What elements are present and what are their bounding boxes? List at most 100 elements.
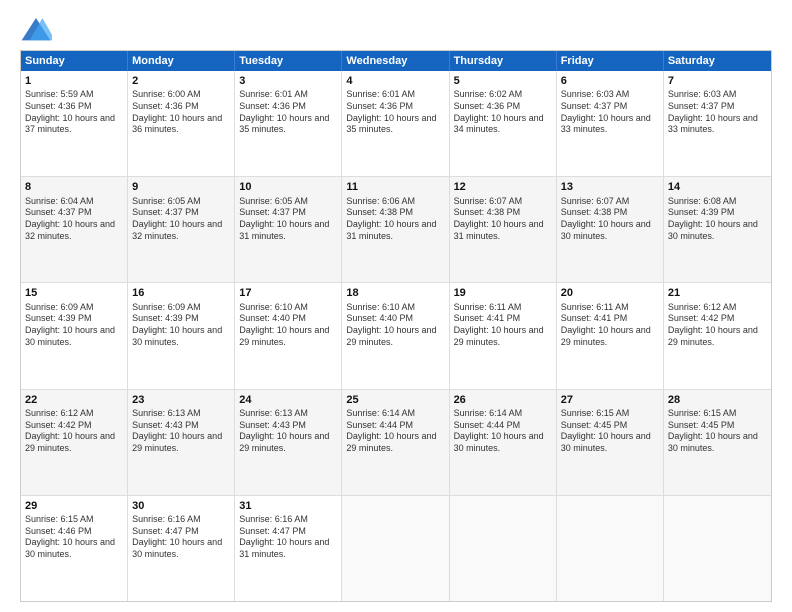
day-info: Sunset: 4:37 PM (668, 101, 767, 113)
day-30: 30Sunrise: 6:16 AMSunset: 4:47 PMDayligh… (128, 496, 235, 601)
day-number: 22 (25, 393, 123, 407)
day-info: Daylight: 10 hours and 29 minutes. (239, 431, 337, 454)
day-info: Daylight: 10 hours and 30 minutes. (25, 537, 123, 560)
day-13: 13Sunrise: 6:07 AMSunset: 4:38 PMDayligh… (557, 177, 664, 282)
day-info: Daylight: 10 hours and 34 minutes. (454, 113, 552, 136)
day-27: 27Sunrise: 6:15 AMSunset: 4:45 PMDayligh… (557, 390, 664, 495)
day-info: Daylight: 10 hours and 30 minutes. (25, 325, 123, 348)
logo-icon (20, 16, 52, 44)
day-info: Sunset: 4:38 PM (454, 207, 552, 219)
day-info: Sunrise: 6:00 AM (132, 89, 230, 101)
empty-cell (342, 496, 449, 601)
day-info: Sunset: 4:42 PM (668, 313, 767, 325)
day-info: Sunrise: 5:59 AM (25, 89, 123, 101)
day-number: 9 (132, 180, 230, 194)
day-number: 14 (668, 180, 767, 194)
day-28: 28Sunrise: 6:15 AMSunset: 4:45 PMDayligh… (664, 390, 771, 495)
calendar-header: SundayMondayTuesdayWednesdayThursdayFrid… (21, 51, 771, 71)
day-number: 6 (561, 74, 659, 88)
day-info: Sunrise: 6:13 AM (239, 408, 337, 420)
day-number: 17 (239, 286, 337, 300)
header-day-friday: Friday (557, 51, 664, 71)
day-info: Sunrise: 6:05 AM (132, 196, 230, 208)
header-day-thursday: Thursday (450, 51, 557, 71)
day-number: 7 (668, 74, 767, 88)
day-number: 1 (25, 74, 123, 88)
day-info: Sunrise: 6:12 AM (668, 302, 767, 314)
day-number: 29 (25, 499, 123, 513)
day-info: Sunrise: 6:09 AM (25, 302, 123, 314)
day-info: Sunset: 4:43 PM (132, 420, 230, 432)
day-info: Sunrise: 6:05 AM (239, 196, 337, 208)
day-info: Sunset: 4:44 PM (346, 420, 444, 432)
day-info: Sunset: 4:43 PM (239, 420, 337, 432)
calendar-week-1: 1Sunrise: 5:59 AMSunset: 4:36 PMDaylight… (21, 71, 771, 177)
day-number: 16 (132, 286, 230, 300)
empty-cell (450, 496, 557, 601)
header-day-tuesday: Tuesday (235, 51, 342, 71)
day-number: 10 (239, 180, 337, 194)
day-info: Sunrise: 6:12 AM (25, 408, 123, 420)
day-info: Sunrise: 6:04 AM (25, 196, 123, 208)
day-info: Sunrise: 6:13 AM (132, 408, 230, 420)
day-22: 22Sunrise: 6:12 AMSunset: 4:42 PMDayligh… (21, 390, 128, 495)
day-info: Daylight: 10 hours and 36 minutes. (132, 113, 230, 136)
day-info: Sunrise: 6:07 AM (561, 196, 659, 208)
day-info: Sunset: 4:40 PM (346, 313, 444, 325)
day-number: 8 (25, 180, 123, 194)
day-info: Daylight: 10 hours and 30 minutes. (132, 537, 230, 560)
day-info: Daylight: 10 hours and 32 minutes. (25, 219, 123, 242)
day-10: 10Sunrise: 6:05 AMSunset: 4:37 PMDayligh… (235, 177, 342, 282)
day-info: Daylight: 10 hours and 31 minutes. (239, 219, 337, 242)
day-23: 23Sunrise: 6:13 AMSunset: 4:43 PMDayligh… (128, 390, 235, 495)
day-info: Sunset: 4:44 PM (454, 420, 552, 432)
day-info: Daylight: 10 hours and 29 minutes. (346, 325, 444, 348)
day-number: 12 (454, 180, 552, 194)
day-info: Daylight: 10 hours and 30 minutes. (668, 219, 767, 242)
header-day-monday: Monday (128, 51, 235, 71)
day-info: Daylight: 10 hours and 35 minutes. (239, 113, 337, 136)
calendar-body: 1Sunrise: 5:59 AMSunset: 4:36 PMDaylight… (21, 71, 771, 601)
day-info: Sunrise: 6:01 AM (346, 89, 444, 101)
day-info: Sunset: 4:41 PM (561, 313, 659, 325)
day-info: Sunrise: 6:16 AM (239, 514, 337, 526)
day-info: Sunset: 4:36 PM (454, 101, 552, 113)
day-info: Daylight: 10 hours and 37 minutes. (25, 113, 123, 136)
day-info: Daylight: 10 hours and 29 minutes. (454, 325, 552, 348)
day-15: 15Sunrise: 6:09 AMSunset: 4:39 PMDayligh… (21, 283, 128, 388)
day-number: 30 (132, 499, 230, 513)
day-info: Sunset: 4:45 PM (668, 420, 767, 432)
day-info: Daylight: 10 hours and 29 minutes. (668, 325, 767, 348)
day-info: Daylight: 10 hours and 30 minutes. (132, 325, 230, 348)
day-info: Daylight: 10 hours and 30 minutes. (668, 431, 767, 454)
day-info: Daylight: 10 hours and 33 minutes. (561, 113, 659, 136)
day-info: Daylight: 10 hours and 31 minutes. (454, 219, 552, 242)
day-8: 8Sunrise: 6:04 AMSunset: 4:37 PMDaylight… (21, 177, 128, 282)
day-number: 5 (454, 74, 552, 88)
day-number: 26 (454, 393, 552, 407)
day-info: Sunrise: 6:15 AM (561, 408, 659, 420)
day-info: Sunset: 4:38 PM (561, 207, 659, 219)
day-number: 2 (132, 74, 230, 88)
day-1: 1Sunrise: 5:59 AMSunset: 4:36 PMDaylight… (21, 71, 128, 176)
day-number: 11 (346, 180, 444, 194)
day-info: Sunrise: 6:08 AM (668, 196, 767, 208)
day-info: Sunrise: 6:10 AM (239, 302, 337, 314)
calendar-week-4: 22Sunrise: 6:12 AMSunset: 4:42 PMDayligh… (21, 390, 771, 496)
day-info: Daylight: 10 hours and 30 minutes. (454, 431, 552, 454)
day-17: 17Sunrise: 6:10 AMSunset: 4:40 PMDayligh… (235, 283, 342, 388)
day-number: 4 (346, 74, 444, 88)
day-info: Sunset: 4:42 PM (25, 420, 123, 432)
day-info: Daylight: 10 hours and 29 minutes. (25, 431, 123, 454)
day-info: Daylight: 10 hours and 35 minutes. (346, 113, 444, 136)
calendar-week-5: 29Sunrise: 6:15 AMSunset: 4:46 PMDayligh… (21, 496, 771, 601)
day-21: 21Sunrise: 6:12 AMSunset: 4:42 PMDayligh… (664, 283, 771, 388)
day-info: Daylight: 10 hours and 32 minutes. (132, 219, 230, 242)
day-number: 28 (668, 393, 767, 407)
day-info: Daylight: 10 hours and 33 minutes. (668, 113, 767, 136)
day-info: Sunset: 4:37 PM (132, 207, 230, 219)
day-info: Sunset: 4:36 PM (25, 101, 123, 113)
day-info: Sunset: 4:36 PM (239, 101, 337, 113)
day-2: 2Sunrise: 6:00 AMSunset: 4:36 PMDaylight… (128, 71, 235, 176)
day-number: 18 (346, 286, 444, 300)
